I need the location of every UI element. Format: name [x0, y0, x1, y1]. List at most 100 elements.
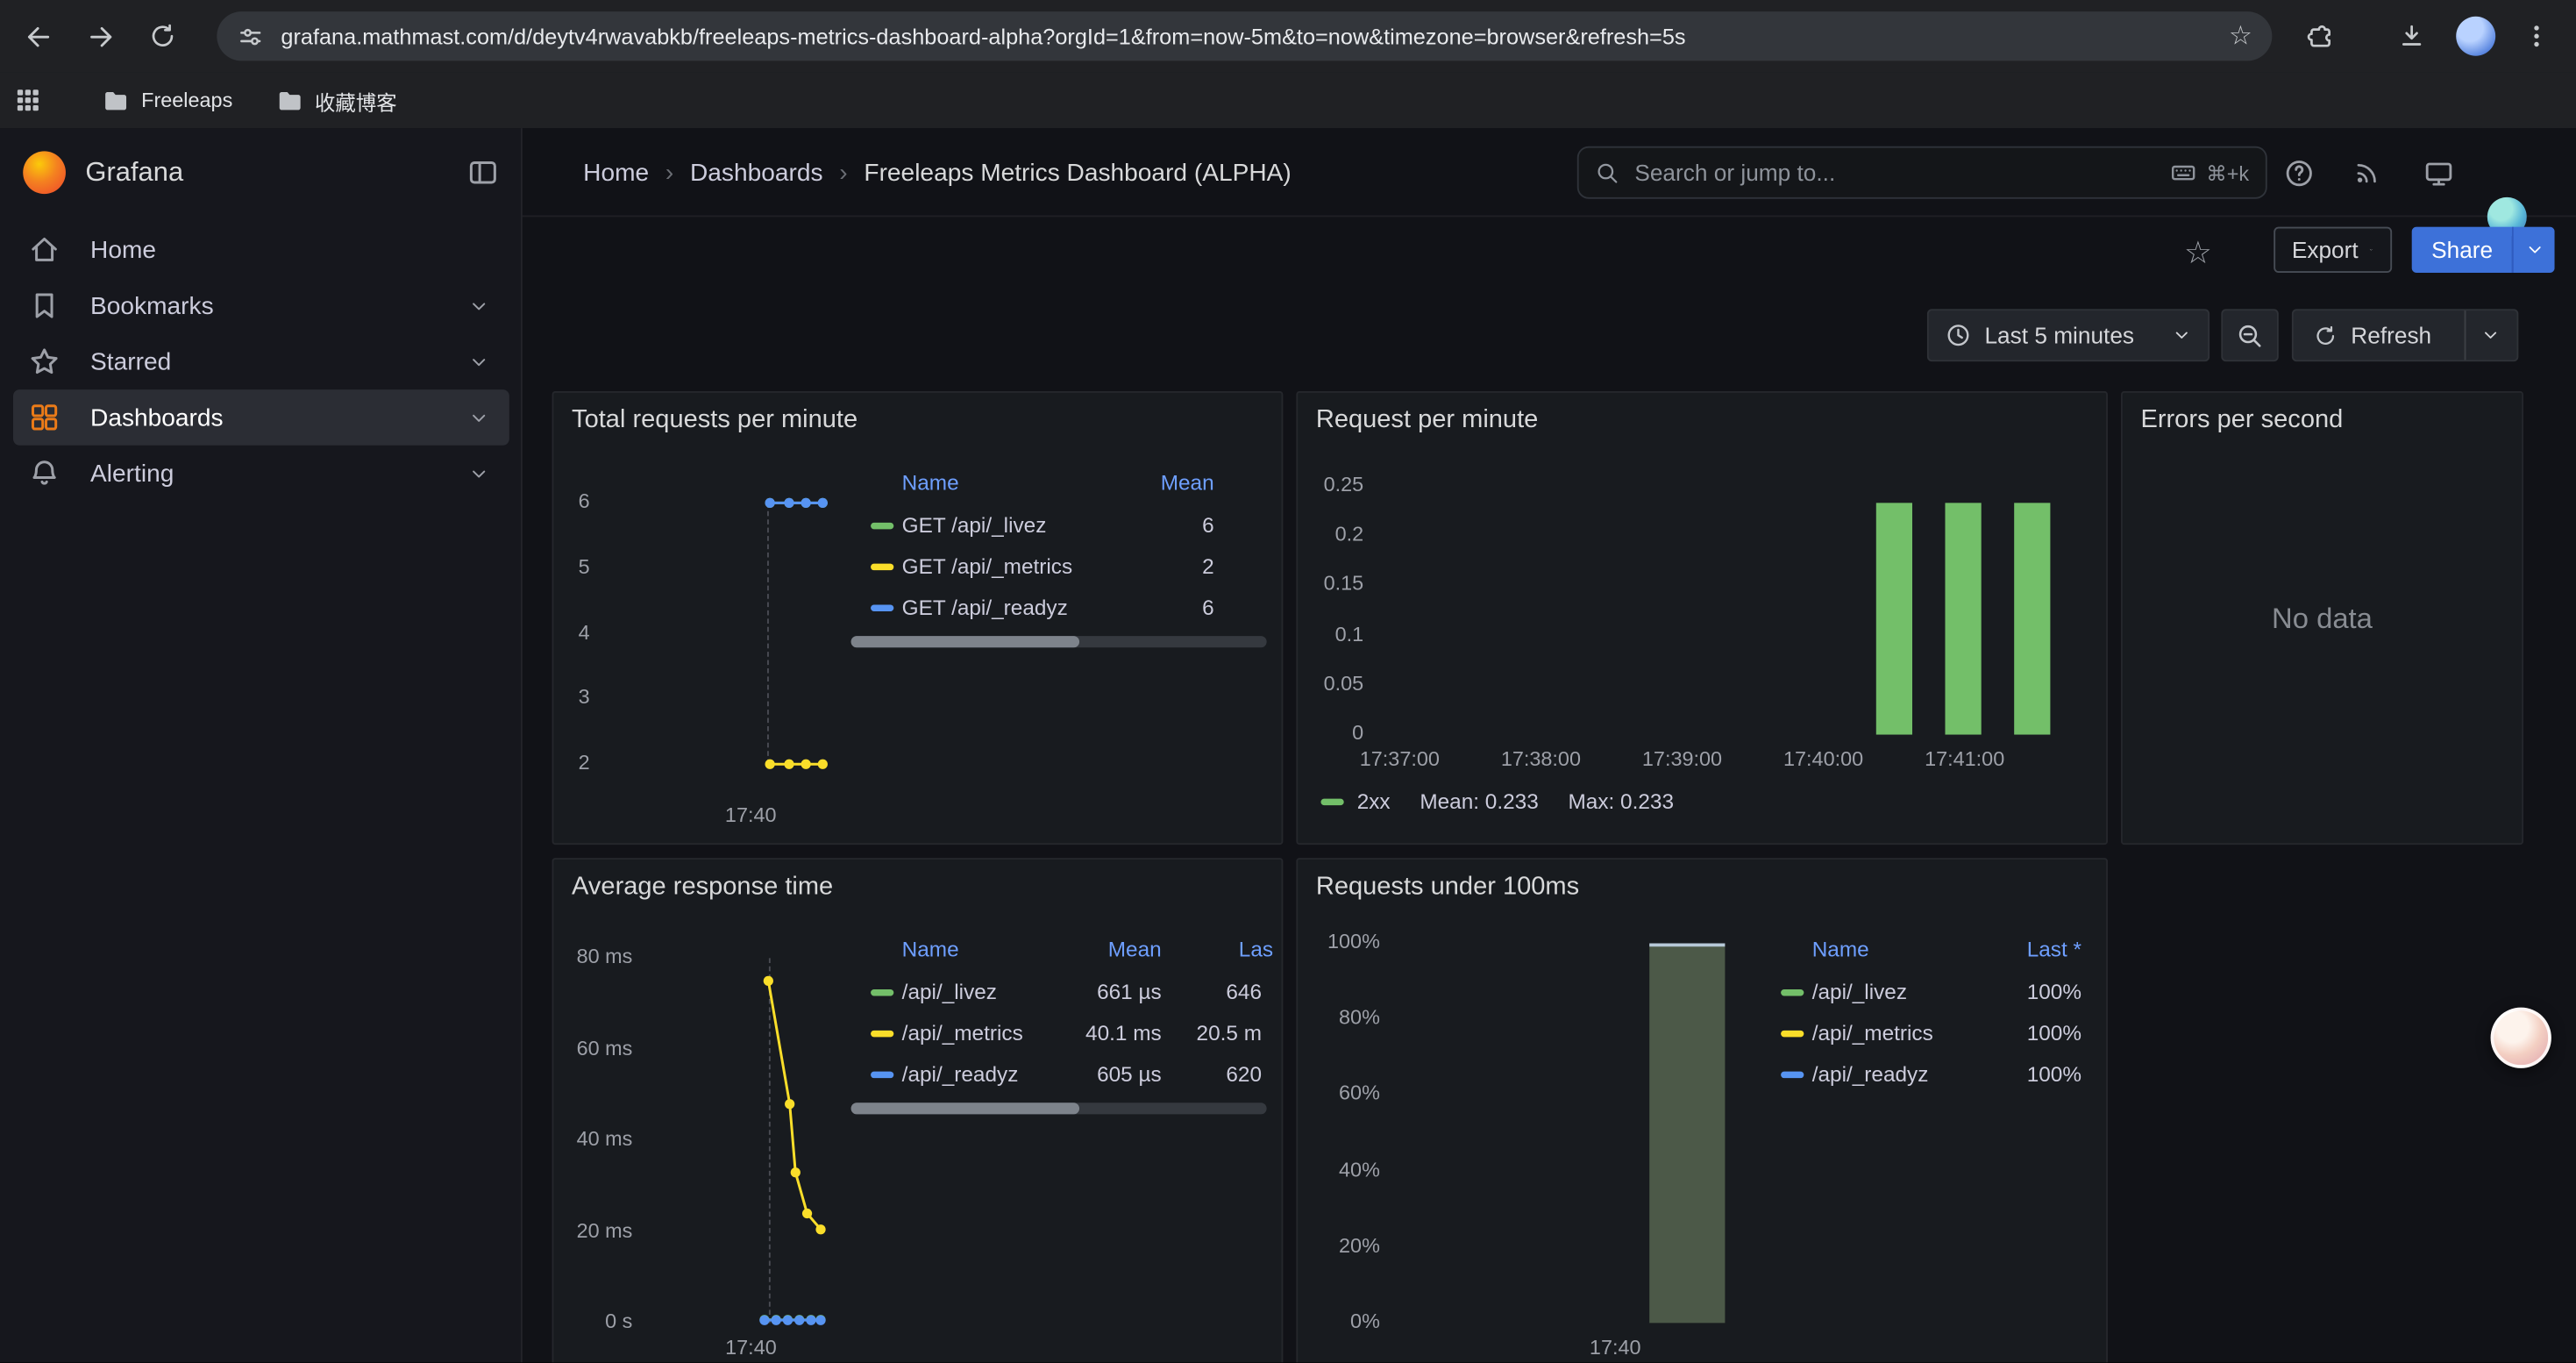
y-axis-label: 0.1 [1296, 622, 1363, 645]
reload-icon[interactable] [139, 13, 185, 59]
y-axis-label: 60 ms [552, 1036, 633, 1059]
site-controls-icon[interactable] [237, 22, 265, 50]
legend-scrollbar-thumb[interactable] [851, 1103, 1079, 1114]
panel-requests-under-100ms: Requests under 100ms100%80%60%40%20%0%17… [1296, 858, 2108, 1362]
x-axis-label: 17:40:00 [1758, 748, 1889, 771]
chevron-down-icon [468, 295, 489, 316]
y-axis-label: 0 [1296, 722, 1363, 745]
address-bar[interactable]: grafana.mathmast.com/d/deytv4rwavabkb/fr… [217, 11, 2272, 61]
grafana-top-nav: Home›Dashboards›Freeleaps Metrics Dashbo… [523, 128, 2576, 217]
breadcrumb-item[interactable]: Dashboards [690, 159, 823, 187]
browser-menu-icon[interactable] [2514, 13, 2559, 59]
dashboard-actions-row: ☆ Export Share [523, 217, 2576, 292]
series-color-swatch [871, 523, 893, 529]
sidebar-item-starred[interactable]: Starred [13, 333, 509, 389]
x-axis-label: 17:41:00 [1899, 748, 2031, 771]
sidebar-item-label: Dashboards [90, 403, 224, 432]
legend-value: 100% [1835, 1061, 2081, 1086]
apps-grid-icon[interactable] [0, 77, 56, 123]
y-axis-label: 20% [1298, 1234, 1380, 1257]
series-color-swatch [1781, 1072, 1804, 1078]
sidebar-nav: Home Bookmarks Starred Dashboards Alerting [13, 222, 509, 502]
chevron-down-icon [468, 351, 489, 372]
legend-value: 646 [1015, 980, 1262, 1004]
y-axis-label: 40 ms [552, 1127, 633, 1150]
rss-icon[interactable] [2348, 153, 2387, 192]
bar [1875, 503, 1911, 735]
zoom-out-time-button[interactable] [2221, 309, 2279, 361]
forward-icon[interactable] [77, 13, 123, 59]
legend-stat: Max: 0.233 [1568, 789, 1674, 813]
help-icon[interactable] [2279, 153, 2318, 192]
clock-icon [1945, 322, 1971, 348]
legend-column-header[interactable]: Name [902, 470, 959, 495]
panel-title[interactable]: Requests under 100ms [1316, 873, 1579, 903]
x-axis-label: 17:40 [685, 1336, 816, 1359]
legend-column-header[interactable]: Mean [915, 937, 1162, 961]
main-area: Home›Dashboards›Freeleaps Metrics Dashbo… [523, 128, 2576, 1362]
legend-column-header[interactable]: Las [1239, 937, 1273, 961]
share-button[interactable]: Share [2412, 227, 2513, 273]
refresh-button[interactable]: Refresh [2294, 310, 2451, 360]
sidebar-item-bookmarks[interactable]: Bookmarks [13, 278, 509, 334]
screen: grafana.mathmast.com/d/deytv4rwavabkb/fr… [0, 0, 2576, 1362]
legend-value: 20.5 m [1015, 1021, 1262, 1045]
y-axis-label: 0.25 [1296, 474, 1363, 496]
y-axis-label: 6 [552, 489, 590, 512]
sidebar-item-alerting[interactable]: Alerting [13, 446, 509, 502]
search-input[interactable]: Search or jump to... ⌘+k [1577, 146, 2267, 199]
sidebar-item-label: Bookmarks [90, 292, 214, 320]
x-axis-label: 17:37:00 [1334, 748, 1465, 771]
home-icon [28, 233, 60, 266]
back-icon[interactable] [15, 13, 60, 59]
y-axis-label: 80% [1298, 1006, 1380, 1029]
brand-title: Grafana [85, 157, 466, 189]
series-color-swatch [871, 1031, 893, 1037]
y-axis-label: 20 ms [552, 1218, 633, 1241]
collapse-sidebar-icon[interactable] [466, 156, 499, 189]
refresh-interval-chevron-icon[interactable] [2465, 310, 2514, 360]
legend-value: 2 [968, 553, 1214, 578]
y-axis-label: 3 [552, 686, 590, 709]
bookmark-page-star-icon[interactable]: ☆ [2229, 19, 2252, 52]
y-axis-label: 0.2 [1296, 523, 1363, 546]
search-icon [1595, 161, 1619, 185]
bookmark-folder-freeleaps[interactable]: Freeleaps [92, 82, 243, 119]
legend-column-header[interactable]: Mean [968, 470, 1214, 495]
extensions-icon[interactable] [2296, 13, 2342, 59]
chevron-down-icon [468, 407, 489, 428]
legend-column-header[interactable]: Last * [1835, 937, 2081, 961]
series-color-swatch [871, 1072, 893, 1078]
series-color-swatch [1781, 1031, 1804, 1037]
panel-errors-per-second: Errors per secondNo data [2121, 391, 2523, 845]
y-axis-label: 80 ms [552, 945, 633, 967]
export-button[interactable]: Export [2274, 227, 2392, 273]
legend-series-name[interactable]: 2xx [1357, 789, 1391, 813]
sidebar-item-dashboards[interactable]: Dashboards [13, 389, 509, 446]
time-range-picker[interactable]: Last 5 minutes [1927, 309, 2210, 361]
browser-profile-avatar[interactable] [2456, 17, 2495, 56]
bar [1649, 944, 1725, 1324]
grafana-logo[interactable] [23, 151, 66, 194]
grafana-app: Grafana Home Bookmarks Starred Dashboards Al… [0, 128, 2576, 1362]
chat-widget-avatar[interactable] [2491, 1008, 2551, 1068]
panel-title[interactable]: Average response time [572, 873, 833, 903]
legend-scrollbar-thumb[interactable] [851, 636, 1079, 647]
chevron-down-icon [2370, 240, 2374, 260]
dashboard-time-controls: Last 5 minutes Refresh [523, 309, 2576, 361]
breadcrumb-separator: › [665, 159, 673, 187]
bookmark-folder-label: Freeleaps [141, 89, 232, 111]
monitor-icon[interactable] [2418, 153, 2458, 192]
dashboard-canvas: Total requests per minute6543217:40NameM… [523, 391, 2576, 1362]
y-axis-label: 40% [1298, 1158, 1380, 1181]
breadcrumb-item[interactable]: Home [583, 159, 649, 187]
breadcrumb: Home›Dashboards›Freeleaps Metrics Dashbo… [583, 128, 1292, 217]
sidebar-item-home[interactable]: Home [13, 222, 509, 278]
bell-icon [28, 457, 60, 489]
share-menu-chevron-icon[interactable] [2513, 227, 2556, 273]
downloads-icon[interactable] [2388, 13, 2434, 59]
panel-title[interactable]: Total requests per minute [572, 406, 857, 436]
favorite-star-icon[interactable]: ☆ [2177, 232, 2220, 275]
panel-title[interactable]: Request per minute [1316, 406, 1538, 436]
bookmark-folder-blogs[interactable]: 收藏博客 [266, 80, 407, 121]
